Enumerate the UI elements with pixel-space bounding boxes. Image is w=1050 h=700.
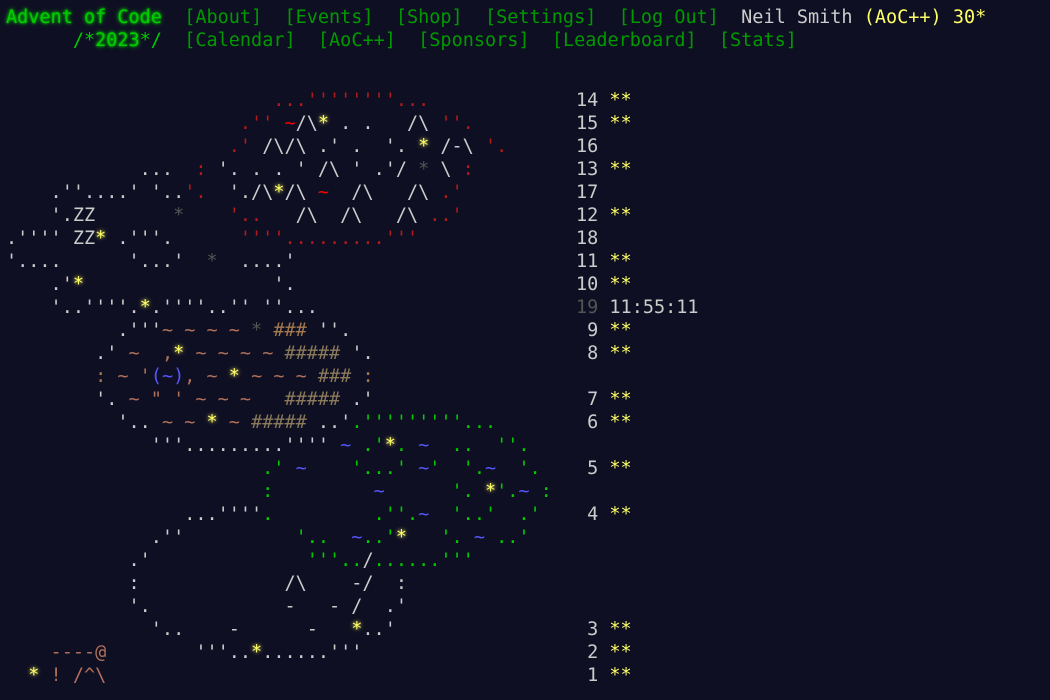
day-label: 9 ** <box>576 320 632 341</box>
calendar-row-day-12[interactable]: '.ZZ * '.. /\ /\ /\ ..' 12 ** <box>6 204 632 227</box>
day-label: 12 ** <box>576 205 632 226</box>
day-label: 15 ** <box>576 113 632 134</box>
user-name: Neil Smith <box>741 7 853 28</box>
calendar-row-day-5[interactable]: .' ~ '...' ~' '.~ '. 5 ** <box>6 457 632 480</box>
day-label: 14 ** <box>576 90 632 111</box>
day-label: 10 ** <box>576 274 632 295</box>
calendar-row-blank-2: '''.........'''' ~ .'*. ~ .. ''. <box>6 434 552 457</box>
day-label <box>576 549 587 572</box>
calendar-row-day-9[interactable]: .'''~ ~ ~ ~ * ### ''. 9 ** <box>6 319 631 342</box>
calendar-row-day-8[interactable]: .' ~ ,* ~ ~ ~ ~ ##### '. 8 ** <box>6 342 632 365</box>
calendar-row-blank-6: : /\ -/ : <box>6 572 552 595</box>
calendar-row-day-7[interactable]: '. ~ " ' ~ ~ ~ ##### .' 7 ** <box>6 388 632 411</box>
day-label: 8 ** <box>576 343 632 364</box>
day-label: 2 ** <box>576 642 632 663</box>
site-logo[interactable]: Advent of Code <box>6 7 162 28</box>
calendar-row-day-3[interactable]: '.. - - *..' 3 ** <box>6 618 632 641</box>
nav-shop[interactable]: [Shop] <box>396 7 463 28</box>
nav-log-out[interactable]: [Log Out] <box>619 7 719 28</box>
day-label: 6 ** <box>576 412 632 433</box>
day-label <box>576 434 587 457</box>
nav-about[interactable]: [About] <box>184 7 262 28</box>
calendar-row-day-10[interactable]: .'* '. 10 ** <box>6 273 632 296</box>
day-label <box>576 365 587 388</box>
day-label: 11 ** <box>576 251 632 272</box>
day-label <box>576 526 587 549</box>
calendar-row-day-15[interactable]: .'' ~/\* . . /\ ''. 15 ** <box>6 112 632 135</box>
day-label: 1 ** <box>576 665 632 686</box>
calendar-row-day-16[interactable]: .' /\/\ .' . '. * /-\ '. 16 <box>6 135 599 158</box>
year-link[interactable]: /*2023*/ <box>73 30 162 51</box>
day-label: 16 <box>576 136 599 157</box>
nav-calendar[interactable]: [Calendar] <box>184 30 295 51</box>
day-label: 18 <box>576 228 599 249</box>
calendar-row-day-6[interactable]: '.. ~ ~ * ~ ##### ..'.'''''''''... 6 ** <box>6 411 631 434</box>
nav-sponsors[interactable]: [Sponsors] <box>418 30 529 51</box>
day-label: 17 <box>576 182 599 203</box>
calendar-row-day-4[interactable]: ...''''. .''.~ '..' .' 4 ** <box>6 503 632 526</box>
day-label: 7 ** <box>576 389 632 410</box>
calendar-row-blank-7: '. - - / .' <box>6 596 407 617</box>
day-label: 4 ** <box>576 504 632 525</box>
calendar-row-day-13[interactable]: ... : '. . . ' /\ ' .'/ * \ :13 ** <box>6 158 632 181</box>
calendar-row-day-2[interactable]: ----@ '''..*......''' 2 ** <box>6 641 632 664</box>
calendar-row-blank-3: : ~ '. *'.~ : <box>6 480 552 503</box>
day-label: 3 ** <box>576 619 632 640</box>
calendar-row-day-18[interactable]: .'''' ZZ* .'''. ''''.........''' 18 <box>6 227 598 250</box>
day-label: 13 ** <box>576 159 632 180</box>
nav-aocpp[interactable]: [AoC++] <box>318 30 396 51</box>
calendar-row-blank-1: : ~ '(~), ~ * ~ ~ ~ ### : <box>6 365 552 388</box>
calendar-row-day-19[interactable]: '..''''.*.''''..'' ''... 19 11:55:11 <box>6 296 699 319</box>
day-label: 5 ** <box>576 458 632 479</box>
nav-settings[interactable]: [Settings] <box>485 7 596 28</box>
day-label: 19 11:55:11 <box>576 297 699 318</box>
calendar-row-day-1[interactable]: * ! /^\ 1 ** <box>6 664 631 687</box>
header-row-2: /*2023*/ [Calendar] [AoC++] [Sponsors] [… <box>6 29 797 52</box>
calendar-row-day-17[interactable]: .''....' '..'. './\*/\ ~ /\ /\ .' 17 <box>6 181 599 204</box>
day-label <box>576 572 587 595</box>
calendar-row-day-14[interactable]: ...''''''''... 14 ** <box>6 89 631 112</box>
supporter-badge[interactable]: (AoC++) <box>864 7 942 28</box>
star-count: 30* <box>952 7 987 28</box>
calendar-row-blank-5: .' '''../......''' <box>6 549 552 572</box>
nav-leaderboard[interactable]: [Leaderboard] <box>552 30 697 51</box>
day-label <box>576 480 587 503</box>
header-row-1: Advent of Code [About] [Events] [Shop] [… <box>6 6 986 29</box>
calendar-row-blank-4: .'' '.. ~..'* '. ~ ..' <box>6 526 552 549</box>
calendar-row-day-11[interactable]: '.... '...' * ....' 11 ** <box>6 250 632 273</box>
nav-stats[interactable]: [Stats] <box>719 30 797 51</box>
countdown: 11:55:11 <box>609 297 699 318</box>
nav-events[interactable]: [Events] <box>284 7 373 28</box>
calendar-art: ...''''''''... 14 ** .'' ~/\* . . /\ ''. 1… <box>6 89 699 687</box>
